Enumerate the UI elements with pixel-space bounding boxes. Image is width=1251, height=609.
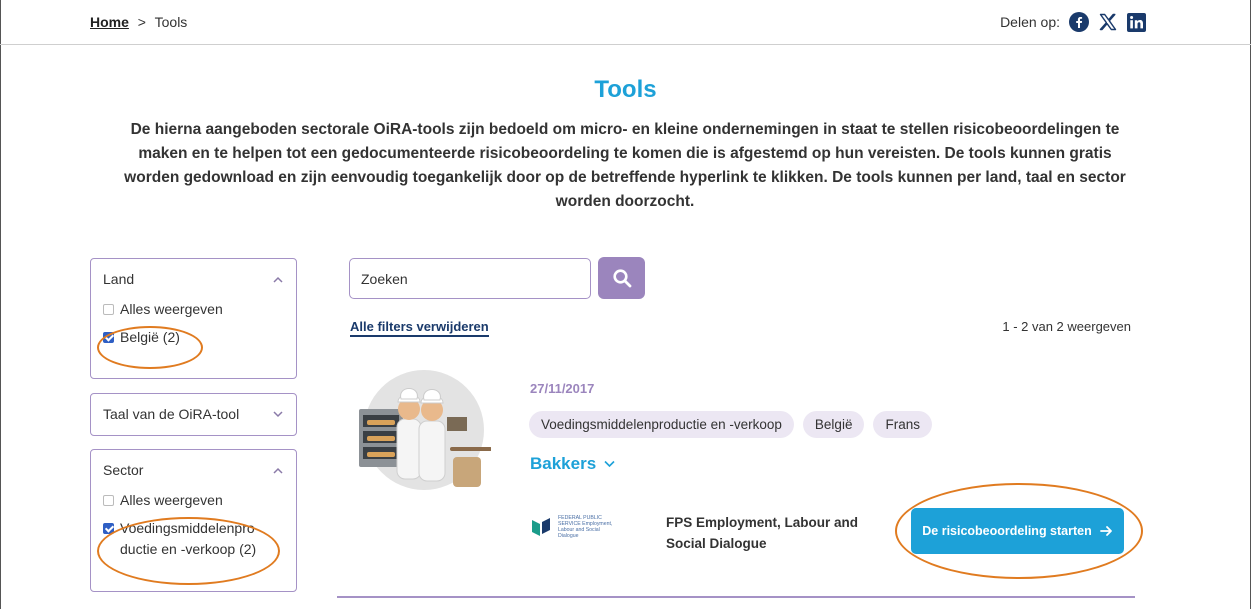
share-bar: Delen op: xyxy=(1000,12,1146,32)
search-button[interactable] xyxy=(598,257,645,299)
start-assessment-button[interactable]: De risicobeoordeling starten xyxy=(911,508,1124,554)
breadcrumb-separator: > xyxy=(137,14,146,30)
bakers-illustration xyxy=(359,370,491,490)
clear-filters-link[interactable]: Alle filters verwijderen xyxy=(350,319,489,337)
filter-land-title: Land xyxy=(103,271,135,287)
page-title: Tools xyxy=(594,76,657,103)
chevron-up-icon xyxy=(272,273,284,285)
filter-panel-language[interactable]: Taal van de OiRA-tool xyxy=(90,393,297,436)
filter-option-label: Voedingsmiddelenpro ductie en -verkoop (… xyxy=(120,520,257,557)
search-input[interactable] xyxy=(349,258,591,299)
filter-option-label: Alles weergeven xyxy=(120,301,223,317)
tag-sector: Voedingsmiddelenproductie en -verkoop xyxy=(529,411,794,438)
arrow-right-icon xyxy=(1099,526,1112,536)
checkbox-checked[interactable] xyxy=(103,523,114,534)
filter-panel-land: Land Alles weergeven België (2) xyxy=(90,258,297,379)
top-bar: Home > Tools Delen op: xyxy=(0,0,1251,45)
checkbox-checked[interactable] xyxy=(103,332,114,343)
breadcrumb: Home > Tools xyxy=(90,14,187,30)
filter-land-show-all[interactable]: Alles weergeven xyxy=(91,299,296,320)
organisation-logo: FEDERAL PUBLIC SERVICE Employment, Labou… xyxy=(530,515,613,539)
chevron-up-icon xyxy=(272,464,284,476)
checkbox[interactable] xyxy=(103,304,114,315)
filter-language-title: Taal van de OiRA-tool xyxy=(103,406,240,422)
breadcrumb-home-link[interactable]: Home xyxy=(90,14,129,30)
search-icon xyxy=(612,269,631,288)
tool-tags: Voedingsmiddelenproductie en -verkoop Be… xyxy=(529,411,932,438)
tag-language: Frans xyxy=(873,411,932,438)
page-intro: De hierna aangeboden sectorale OiRA-tool… xyxy=(124,121,1126,210)
fps-logo-icon xyxy=(532,518,550,536)
tool-date: 27/11/2017 xyxy=(530,381,595,396)
share-label: Delen op: xyxy=(1000,14,1060,30)
start-assessment-label: De risicobeoordeling starten xyxy=(922,524,1092,538)
organisation-logo-text: FEDERAL PUBLIC SERVICE Employment, Labou… xyxy=(558,515,613,539)
filter-sector-show-all[interactable]: Alles weergeven xyxy=(91,490,296,511)
results-count: 1 - 2 van 2 weergeven xyxy=(1002,319,1131,334)
filter-land-header[interactable]: Land xyxy=(91,259,296,299)
filter-sector-title: Sector xyxy=(103,462,144,478)
result-divider xyxy=(337,596,1135,598)
filter-panel-sector: Sector Alles weergeven Voedingsmiddelenp… xyxy=(90,449,297,592)
chevron-down-icon xyxy=(272,408,284,420)
breadcrumb-current: Tools xyxy=(154,14,188,30)
organisation-name: FPS Employment, Labour and Social Dialog… xyxy=(666,515,859,551)
linkedin-icon[interactable] xyxy=(1127,12,1146,32)
tool-name: Bakkers xyxy=(530,454,597,473)
x-icon[interactable] xyxy=(1098,12,1118,32)
checkbox[interactable] xyxy=(103,495,114,506)
facebook-icon[interactable] xyxy=(1069,12,1089,32)
filter-language-header[interactable]: Taal van de OiRA-tool xyxy=(91,394,296,434)
tag-country: België xyxy=(802,411,865,438)
filter-land-option-belgie[interactable]: België (2) xyxy=(91,327,296,348)
filter-option-label: België (2) xyxy=(120,329,180,345)
filter-sector-option-food[interactable]: Voedingsmiddelenpro ductie en -verkoop (… xyxy=(91,518,296,560)
filter-sector-header[interactable]: Sector xyxy=(91,450,296,490)
filter-option-label: Alles weergeven xyxy=(120,492,223,508)
chevron-down-icon xyxy=(604,460,615,468)
tool-name-toggle[interactable]: Bakkers xyxy=(530,454,615,474)
